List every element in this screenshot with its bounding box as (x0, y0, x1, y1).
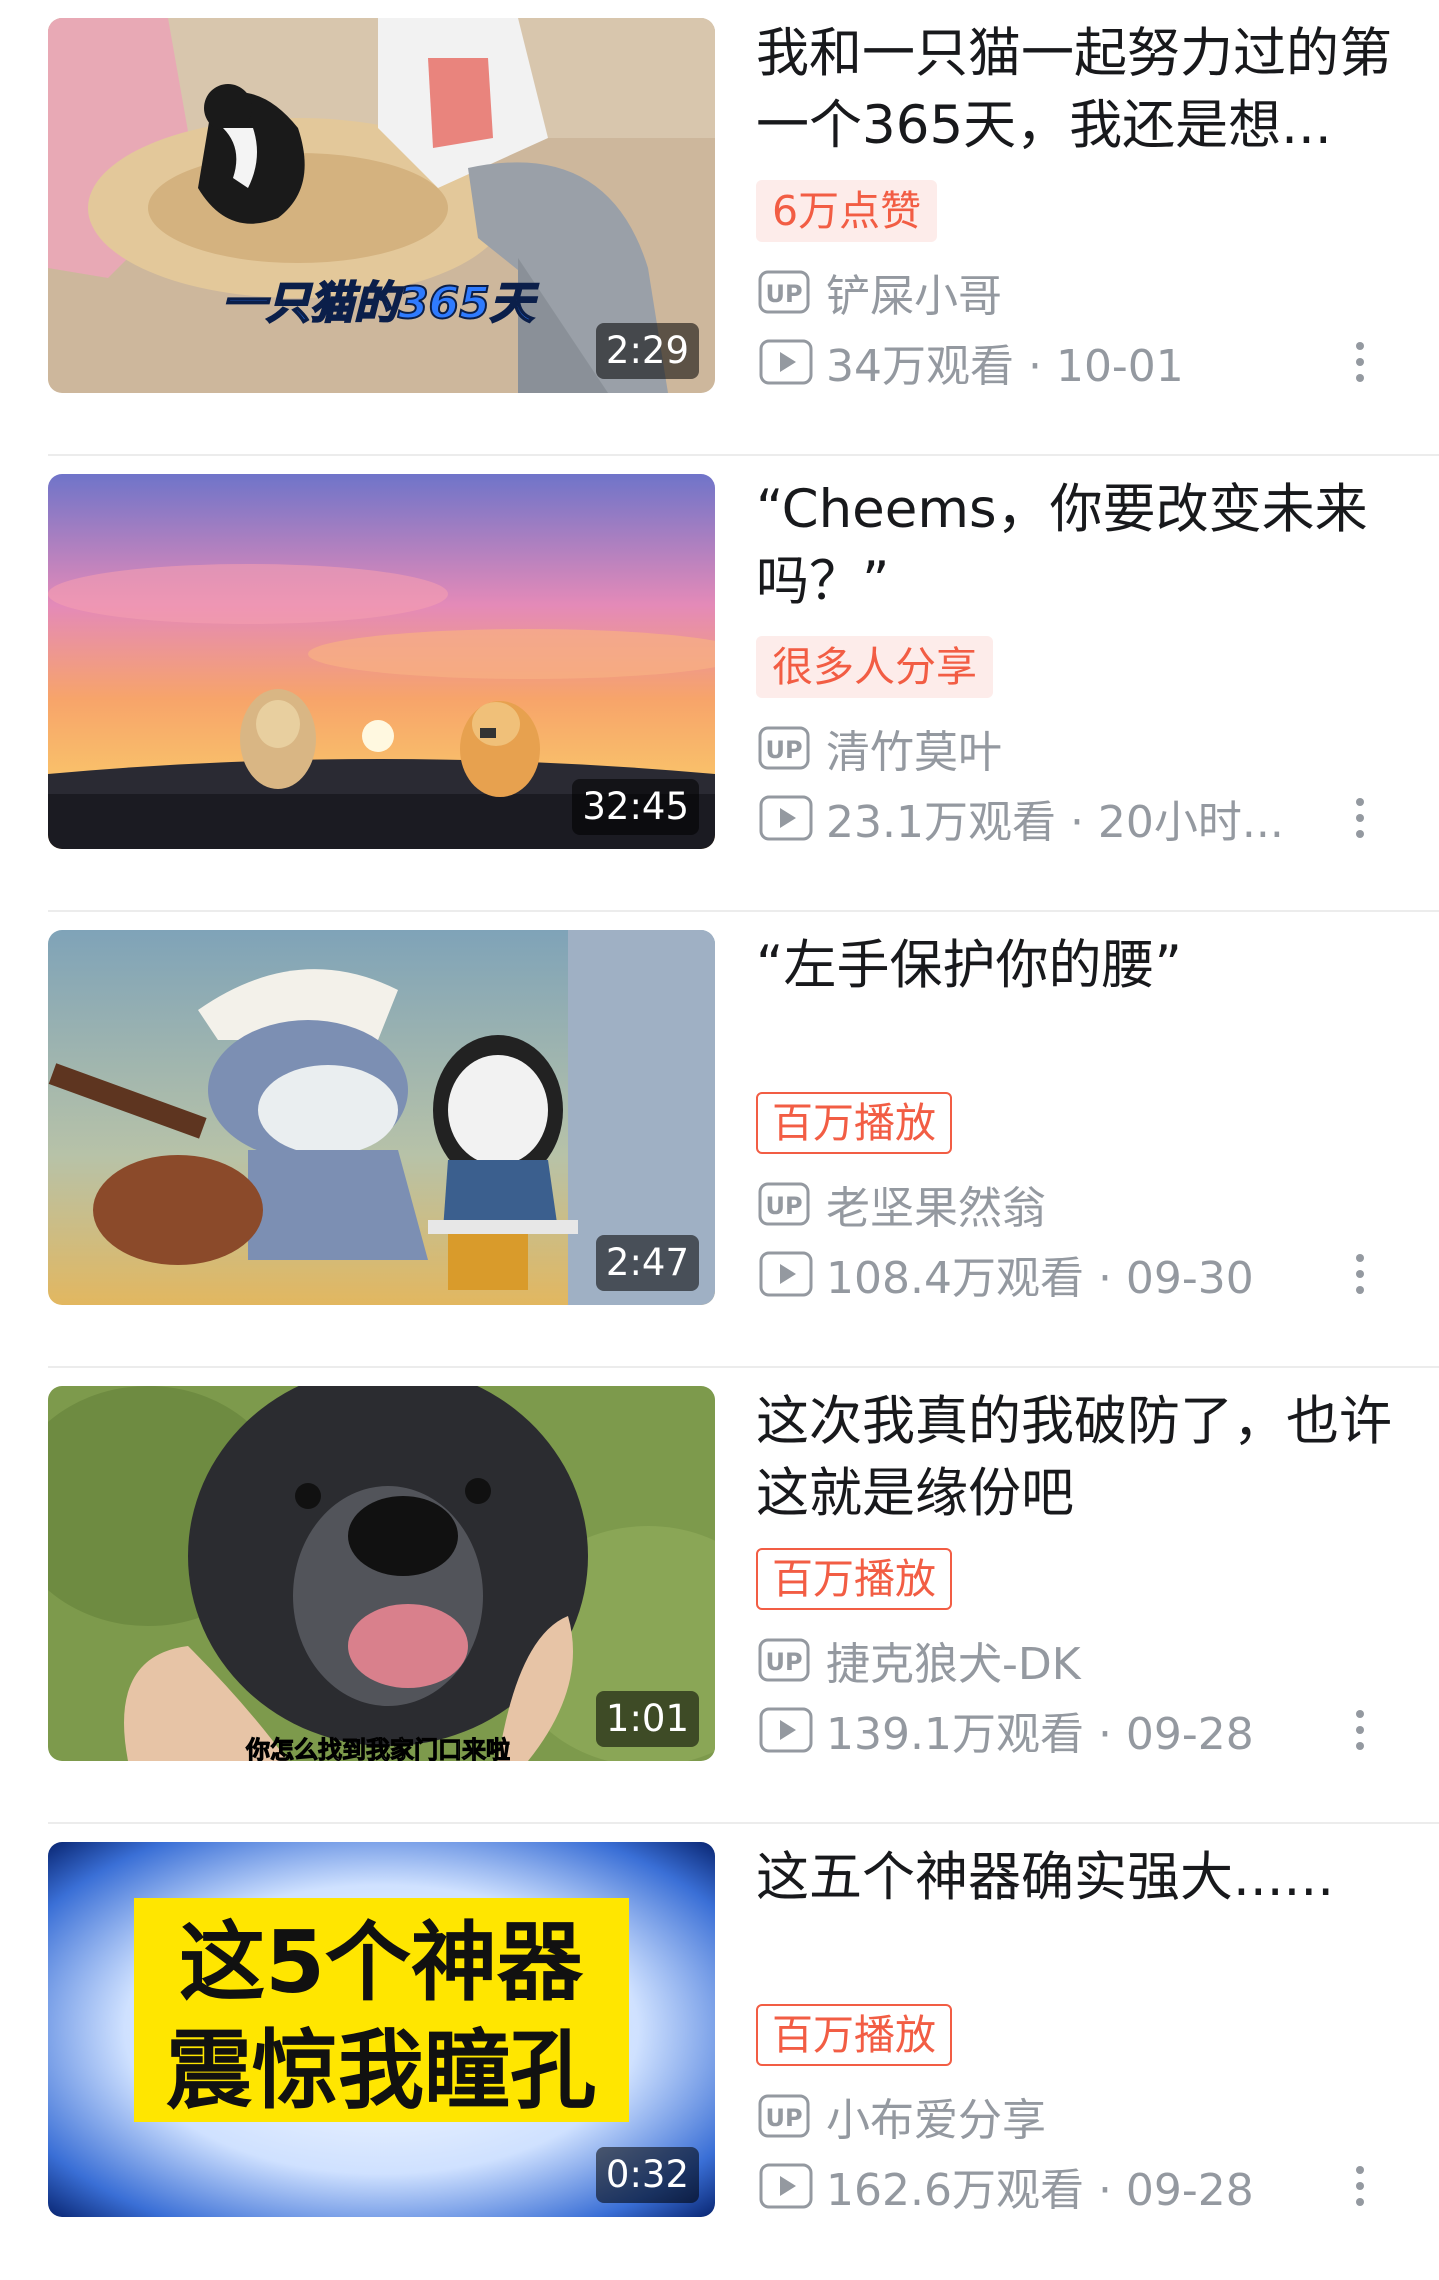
video-card[interactable]: 这5个神器 震惊我瞳孔 0:32 这五个神器确实强大...... 百万播放 UP… (0, 1824, 1439, 2280)
video-duration: 32:45 (572, 779, 699, 835)
video-feed: 一只猫的365天 2:29 我和一只猫一起努力过的第一个365天，我还是想...… (0, 0, 1439, 2246)
uploader-name: 铲屎小哥 (826, 271, 1002, 322)
play-icon (759, 2163, 813, 2209)
up-icon: UP (758, 726, 810, 770)
video-thumbnail[interactable]: 这5个神器 震惊我瞳孔 0:32 (48, 1842, 715, 2217)
uploader-name: 清竹莫叶 (826, 727, 1002, 778)
stats-row: 23.1万观看 · 20小时... (758, 788, 1284, 848)
stats-row: 139.1万观看 · 09-28 (758, 1700, 1254, 1760)
up-icon: UP (758, 1182, 810, 1226)
uploader-row[interactable]: UP 老坚果然翁 (758, 1174, 1046, 1234)
uploader-row[interactable]: UP 铲屎小哥 (758, 262, 1002, 322)
more-vertical-icon[interactable] (1340, 1700, 1380, 1760)
thumbnail-caption: 一只猫的365天 (222, 278, 539, 329)
svg-text:UP: UP (765, 736, 802, 764)
view-stats: 34万观看 · 10-01 (826, 341, 1184, 392)
uploader-name: 小布爱分享 (826, 2095, 1046, 2146)
video-duration: 0:32 (595, 2147, 699, 2203)
badge-million-plays: 百万播放 (756, 1548, 952, 1610)
video-thumbnail[interactable]: 一只猫的365天 2:29 (48, 18, 715, 393)
svg-text:UP: UP (765, 280, 802, 308)
video-card[interactable]: 你怎么找到我家门口来啦 1:01 这次我真的我破防了，也许这就是缘份吧 百万播放… (0, 1368, 1439, 1824)
video-title[interactable]: 这次我真的我破防了，也许这就是缘份吧 (756, 1386, 1396, 1530)
video-card[interactable]: 一只猫的365天 2:29 我和一只猫一起努力过的第一个365天，我还是想...… (0, 0, 1439, 456)
stats-row: 162.6万观看 · 09-28 (758, 2156, 1254, 2216)
play-icon (759, 1251, 813, 1297)
video-title[interactable]: 这五个神器确实强大...... (756, 1842, 1396, 1914)
badge-million-plays: 百万播放 (756, 2004, 952, 2066)
video-thumbnail[interactable]: 你怎么找到我家门口来啦 1:01 (48, 1386, 715, 1761)
video-duration: 2:29 (595, 323, 699, 379)
thumbnail-caption: 你怎么找到我家门口来啦 (245, 1736, 510, 1761)
svg-text:UP: UP (765, 2104, 802, 2132)
video-card[interactable]: 2:47 “左手保护你的腰” 百万播放 UP 老坚果然翁 108.4万观看 · … (0, 912, 1439, 1368)
up-icon: UP (758, 270, 810, 314)
more-vertical-icon[interactable] (1340, 788, 1380, 848)
play-icon (759, 1707, 813, 1753)
stats-row: 34万观看 · 10-01 (758, 332, 1184, 392)
view-stats: 108.4万观看 · 09-30 (826, 1253, 1254, 1304)
svg-text:UP: UP (765, 1192, 802, 1220)
uploader-row[interactable]: UP 小布爱分享 (758, 2086, 1046, 2146)
uploader-name: 老坚果然翁 (826, 1183, 1046, 1234)
more-vertical-icon[interactable] (1340, 332, 1380, 392)
more-vertical-icon[interactable] (1340, 2156, 1380, 2216)
video-title[interactable]: “Cheems，你要改变未来吗？” (756, 474, 1396, 618)
thumbnail-caption-line-2: 震惊我瞳孔 (166, 2021, 596, 2121)
up-icon: UP (758, 1638, 810, 1682)
uploader-name: 捷克狼犬-DK (826, 1639, 1081, 1690)
view-stats: 139.1万观看 · 09-28 (826, 1709, 1254, 1760)
more-vertical-icon[interactable] (1340, 1244, 1380, 1304)
uploader-row[interactable]: UP 捷克狼犬-DK (758, 1630, 1081, 1690)
svg-text:UP: UP (765, 1648, 802, 1676)
up-icon: UP (758, 2094, 810, 2138)
video-title[interactable]: “左手保护你的腰” (756, 930, 1396, 1002)
video-duration: 1:01 (595, 1691, 699, 1747)
badge-likes: 6万点赞 (756, 180, 938, 242)
video-duration: 2:47 (595, 1235, 699, 1291)
play-icon (759, 339, 813, 385)
stats-row: 108.4万观看 · 09-30 (758, 1244, 1254, 1304)
video-card[interactable]: 32:45 “Cheems，你要改变未来吗？” 很多人分享 UP 清竹莫叶 23… (0, 456, 1439, 912)
video-title[interactable]: 我和一只猫一起努力过的第一个365天，我还是想... (756, 18, 1396, 162)
video-thumbnail[interactable]: 32:45 (48, 474, 715, 849)
view-stats: 23.1万观看 · 20小时... (826, 797, 1284, 848)
thumbnail-caption-line-1: 这5个神器 (179, 1913, 584, 2013)
view-stats: 162.6万观看 · 09-28 (826, 2165, 1254, 2216)
play-icon (759, 795, 813, 841)
video-thumbnail[interactable]: 2:47 (48, 930, 715, 1305)
badge-shares: 很多人分享 (756, 636, 993, 698)
badge-million-plays: 百万播放 (756, 1092, 952, 1154)
uploader-row[interactable]: UP 清竹莫叶 (758, 718, 1002, 778)
